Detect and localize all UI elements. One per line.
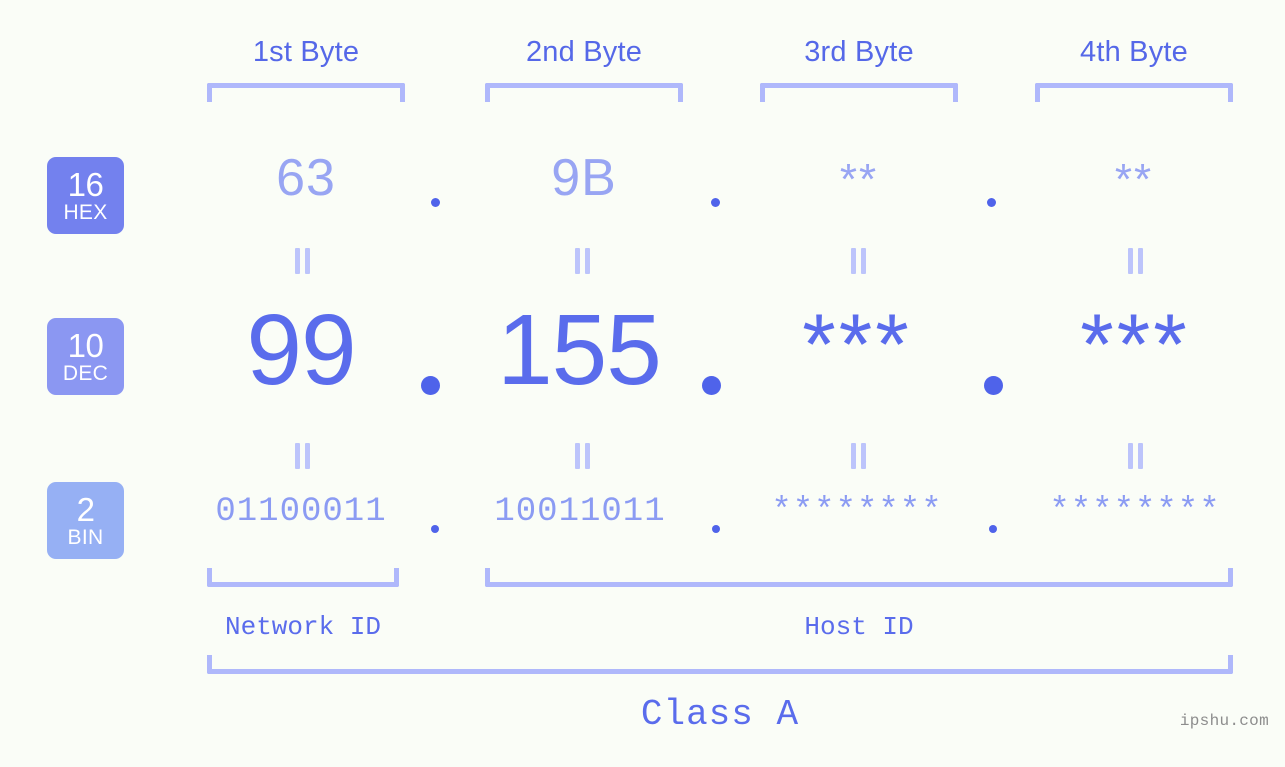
host-id-label: Host ID	[804, 612, 914, 642]
base-badge-dec-number: 10	[67, 327, 104, 364]
base-badge-bin-number: 2	[76, 491, 95, 528]
base-badge-dec: 10 DEC	[47, 318, 124, 395]
bin-dot-separator-2	[712, 525, 720, 533]
base-badge-bin-name: BIN	[67, 526, 104, 549]
host-id-bracket	[485, 568, 1233, 587]
byte-bracket-top-3	[760, 83, 958, 102]
base-badge-hex-name: HEX	[63, 201, 108, 224]
equals-icon-dec-bin-4	[1126, 443, 1146, 469]
base-badge-bin: 2 BIN	[47, 482, 124, 559]
equals-icon-dec-bin-2	[573, 443, 593, 469]
hex-byte-3: **	[839, 155, 879, 204]
hex-dot-separator-3	[987, 198, 996, 207]
equals-icon-dec-bin-3	[849, 443, 869, 469]
byte-header-1: 1st Byte	[252, 36, 360, 68]
base-badge-dec-name: DEC	[62, 362, 109, 385]
dec-byte-1: 99	[246, 294, 356, 406]
class-bracket	[207, 655, 1233, 674]
dec-dot-separator-2	[702, 376, 721, 395]
base-badge-hex: 16 HEX	[47, 157, 124, 234]
hex-byte-1: 63	[276, 149, 336, 207]
hex-dot-separator-2	[711, 198, 720, 207]
site-watermark: ipshu.com	[1179, 712, 1269, 730]
byte-header-2: 2nd Byte	[525, 36, 643, 68]
base-badge-hex-number: 16	[67, 166, 104, 203]
dec-byte-3: ***	[802, 297, 912, 393]
dec-byte-2: 155	[497, 294, 662, 406]
byte-header-3: 3rd Byte	[804, 36, 914, 68]
byte-bracket-top-1	[207, 83, 405, 102]
bin-byte-1: 01100011	[215, 493, 387, 531]
bin-byte-3: ********	[771, 493, 943, 531]
equals-icon-hex-dec-2	[573, 248, 593, 274]
equals-icon-hex-dec-1	[293, 248, 313, 274]
dec-byte-4: ***	[1080, 297, 1190, 393]
hex-byte-4: **	[1114, 155, 1154, 204]
hex-dot-separator-1	[431, 198, 440, 207]
class-label: Class A	[640, 694, 800, 735]
bin-dot-separator-1	[431, 525, 439, 533]
equals-icon-hex-dec-4	[1126, 248, 1146, 274]
equals-icon-dec-bin-1	[293, 443, 313, 469]
hex-byte-2: 9B	[551, 149, 617, 207]
equals-icon-hex-dec-3	[849, 248, 869, 274]
dec-dot-separator-3	[984, 376, 1003, 395]
network-id-bracket	[207, 568, 399, 587]
bin-dot-separator-3	[989, 525, 997, 533]
byte-bracket-top-4	[1035, 83, 1233, 102]
ip-byte-breakdown-diagram: 1st Byte 2nd Byte 3rd Byte 4th Byte 16 H…	[0, 0, 1285, 767]
byte-bracket-top-2	[485, 83, 683, 102]
bin-byte-4: ********	[1049, 493, 1221, 531]
network-id-label: Network ID	[224, 612, 382, 642]
byte-header-4: 4th Byte	[1080, 36, 1188, 68]
bin-byte-2: 10011011	[494, 493, 666, 531]
dec-dot-separator-1	[421, 376, 440, 395]
